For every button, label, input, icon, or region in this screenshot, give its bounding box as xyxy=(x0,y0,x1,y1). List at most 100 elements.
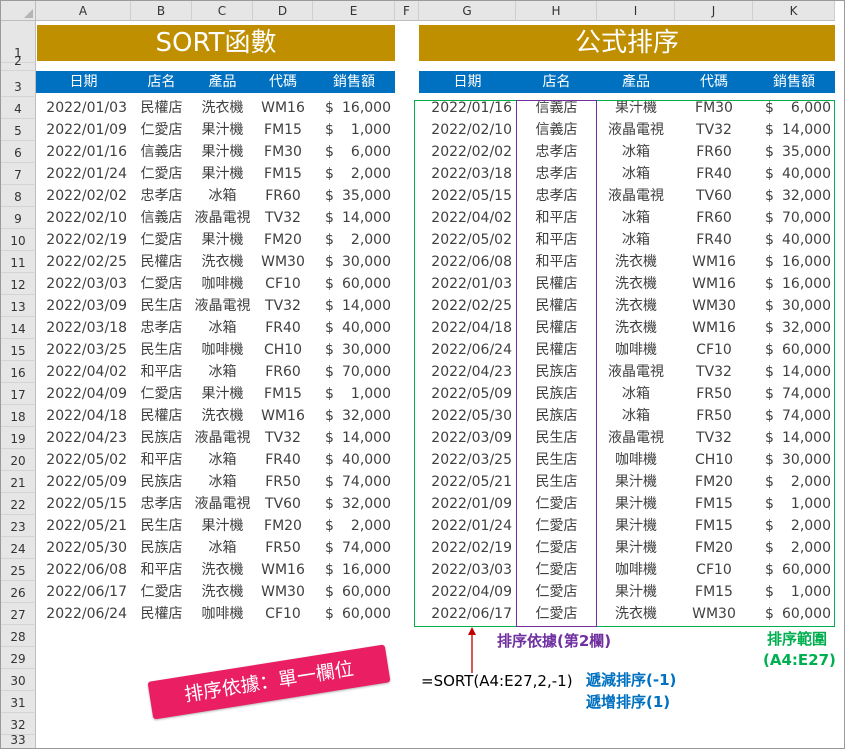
cell-store[interactable]: 民權店 xyxy=(131,405,192,427)
cell-sales[interactable]: $32,000 xyxy=(313,493,395,515)
cell-code[interactable]: WM16 xyxy=(253,405,313,427)
cell-store[interactable]: 仁愛店 xyxy=(131,273,192,295)
row-header-29[interactable]: 29 xyxy=(1,647,36,669)
row-header-30[interactable]: 30 xyxy=(1,669,36,691)
cell-code[interactable]: WM30 xyxy=(253,581,313,603)
cell-sales[interactable]: $2,000 xyxy=(313,515,395,537)
cell-code[interactable]: FM15 xyxy=(253,163,313,185)
cell-code[interactable]: FM20 xyxy=(253,515,313,537)
cell-product[interactable]: 咖啡機 xyxy=(192,273,253,295)
cell-code[interactable]: FR60 xyxy=(253,361,313,383)
cell-store[interactable]: 和平店 xyxy=(131,449,192,471)
cell-product[interactable]: 液晶電視 xyxy=(192,427,253,449)
cell-code[interactable]: WM30 xyxy=(253,251,313,273)
cell-product[interactable]: 果汁機 xyxy=(192,515,253,537)
cell-code[interactable]: FM30 xyxy=(253,141,313,163)
row-header-22[interactable]: 22 xyxy=(1,493,36,515)
cell-product[interactable]: 冰箱 xyxy=(192,471,253,493)
column-header-h[interactable]: H xyxy=(516,1,597,21)
row-header-14[interactable]: 14 xyxy=(1,317,36,339)
cell-code[interactable]: TV32 xyxy=(253,295,313,317)
row-header-19[interactable]: 19 xyxy=(1,427,36,449)
cell-code[interactable]: FR60 xyxy=(253,185,313,207)
cell-date[interactable]: 2022/03/18 xyxy=(36,317,131,339)
cell-store[interactable]: 忠孝店 xyxy=(131,185,192,207)
cell-date[interactable]: 2022/03/09 xyxy=(36,295,131,317)
cell-code[interactable]: FM20 xyxy=(253,229,313,251)
cell-code[interactable]: FR50 xyxy=(253,471,313,493)
cell-code[interactable]: CF10 xyxy=(253,603,313,625)
row-header-13[interactable]: 13 xyxy=(1,295,36,317)
cell-store[interactable]: 民族店 xyxy=(131,537,192,559)
cell-sales[interactable]: $74,000 xyxy=(313,537,395,559)
row-header-21[interactable]: 21 xyxy=(1,471,36,493)
cell-product[interactable]: 洗衣機 xyxy=(192,251,253,273)
cell-product[interactable]: 液晶電視 xyxy=(192,295,253,317)
cell-store[interactable]: 民權店 xyxy=(131,97,192,119)
cell-date[interactable]: 2022/02/02 xyxy=(36,185,131,207)
cell-product[interactable]: 液晶電視 xyxy=(192,493,253,515)
cell-product[interactable]: 洗衣機 xyxy=(192,581,253,603)
cell-sales[interactable]: $40,000 xyxy=(313,317,395,339)
cell-date[interactable]: 2022/01/24 xyxy=(36,163,131,185)
row-header-12[interactable]: 12 xyxy=(1,273,36,295)
cell-store[interactable]: 和平店 xyxy=(131,559,192,581)
cell-date[interactable]: 2022/05/09 xyxy=(36,471,131,493)
cell-code[interactable]: TV60 xyxy=(253,493,313,515)
cell-store[interactable]: 民權店 xyxy=(131,603,192,625)
cell-sales[interactable]: $35,000 xyxy=(313,185,395,207)
row-header-5[interactable]: 5 xyxy=(1,119,36,141)
cell-date[interactable]: 2022/06/24 xyxy=(36,603,131,625)
cell-sales[interactable]: $30,000 xyxy=(313,251,395,273)
row-header-20[interactable]: 20 xyxy=(1,449,36,471)
column-header-k[interactable]: K xyxy=(753,1,835,21)
cell-sales[interactable]: $6,000 xyxy=(313,141,395,163)
column-header-d[interactable]: D xyxy=(253,1,313,21)
cell-code[interactable]: CH10 xyxy=(253,339,313,361)
row-header-32[interactable]: 32 xyxy=(1,713,36,735)
cell-code[interactable]: TV32 xyxy=(253,427,313,449)
row-header-4[interactable]: 4 xyxy=(1,97,36,119)
column-header-j[interactable]: J xyxy=(675,1,753,21)
cell-store[interactable]: 民生店 xyxy=(131,515,192,537)
cell-store[interactable]: 仁愛店 xyxy=(131,229,192,251)
row-header-3[interactable]: 3 xyxy=(1,71,36,97)
row-header-9[interactable]: 9 xyxy=(1,207,36,229)
cell-product[interactable]: 咖啡機 xyxy=(192,339,253,361)
cell-product[interactable]: 果汁機 xyxy=(192,119,253,141)
cell-code[interactable]: WM16 xyxy=(253,97,313,119)
row-header-27[interactable]: 27 xyxy=(1,603,36,625)
cell-store[interactable]: 仁愛店 xyxy=(131,581,192,603)
select-all-corner[interactable] xyxy=(1,1,36,21)
column-header-b[interactable]: B xyxy=(131,1,192,21)
cell-store[interactable]: 民權店 xyxy=(131,251,192,273)
cell-store[interactable]: 忠孝店 xyxy=(131,317,192,339)
cell-sales[interactable]: $1,000 xyxy=(313,119,395,141)
cell-date[interactable]: 2022/04/23 xyxy=(36,427,131,449)
column-header-c[interactable]: C xyxy=(192,1,253,21)
cell-code[interactable]: FR40 xyxy=(253,449,313,471)
cell-product[interactable]: 冰箱 xyxy=(192,361,253,383)
cell-store[interactable]: 仁愛店 xyxy=(131,163,192,185)
cell-date[interactable]: 2022/02/25 xyxy=(36,251,131,273)
cell-product[interactable]: 液晶電視 xyxy=(192,207,253,229)
cell-code[interactable]: WM16 xyxy=(253,559,313,581)
cell-store[interactable]: 仁愛店 xyxy=(131,383,192,405)
cell-store[interactable]: 信義店 xyxy=(131,141,192,163)
column-header-e[interactable]: E xyxy=(313,1,395,21)
cell-sales[interactable]: $14,000 xyxy=(313,295,395,317)
cell-date[interactable]: 2022/05/02 xyxy=(36,449,131,471)
column-header-i[interactable]: I xyxy=(597,1,675,21)
cell-code[interactable]: FM15 xyxy=(253,383,313,405)
row-header-2[interactable]: 2 xyxy=(1,54,36,71)
cell-sales[interactable]: $74,000 xyxy=(313,471,395,493)
row-header-31[interactable]: 31 xyxy=(1,691,36,713)
cell-date[interactable]: 2022/02/10 xyxy=(36,207,131,229)
cell-sales[interactable]: $16,000 xyxy=(313,559,395,581)
row-header-16[interactable]: 16 xyxy=(1,361,36,383)
cell-product[interactable]: 洗衣機 xyxy=(192,97,253,119)
cell-sales[interactable]: $40,000 xyxy=(313,449,395,471)
cell-store[interactable]: 民族店 xyxy=(131,427,192,449)
cell-date[interactable]: 2022/03/03 xyxy=(36,273,131,295)
cell-date[interactable]: 2022/06/17 xyxy=(36,581,131,603)
